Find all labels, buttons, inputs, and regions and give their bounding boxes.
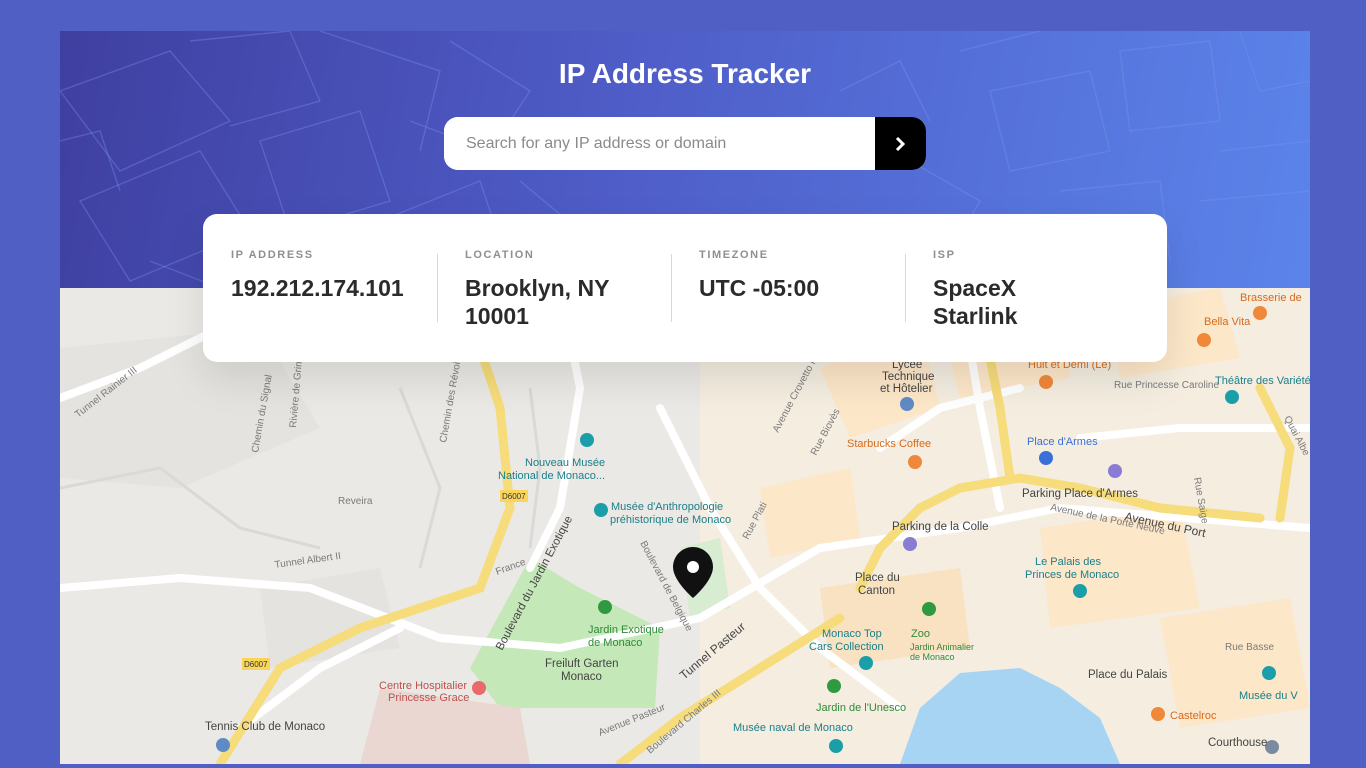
timezone-section: TIMEZONE UTC -05:00 <box>671 214 905 362</box>
map-label: Starbucks Coffee <box>847 438 931 450</box>
map-label: Théâtre des Variété <box>1215 375 1310 387</box>
map-label: Cars Collection <box>809 641 884 653</box>
map-label: National de Monaco... <box>498 470 605 482</box>
map-label: Musée d'Anthropologie <box>611 501 723 513</box>
map-label: Brasserie de <box>1240 292 1302 304</box>
ip-info-card: IP ADDRESS 192.212.174.101 LOCATION Broo… <box>203 214 1167 362</box>
map-label: D6007 <box>244 660 268 669</box>
map-label: Monaco Top <box>822 628 882 640</box>
map-label: Parking de la Colle <box>892 521 989 533</box>
map-label: Le Palais des <box>1035 556 1102 568</box>
map-label: Reveira <box>338 496 373 507</box>
map-label: Jardin Animalier <box>910 642 974 652</box>
timezone-label: TIMEZONE <box>699 249 769 261</box>
map-label: Princes de Monaco <box>1025 569 1119 581</box>
map-label: Tennis Club de Monaco <box>205 721 325 733</box>
app-frame: IP Address Tracker Search for any IP add… <box>60 31 1310 764</box>
search-bar <box>444 117 926 170</box>
location-value: Brooklyn, NY 10001 <box>465 275 609 329</box>
map-label: Nouveau Musée <box>525 457 605 469</box>
map-label: Castelroc <box>1170 710 1217 722</box>
map-label: Princesse Grace <box>388 692 469 704</box>
map-label: Zoo <box>911 628 930 640</box>
map-label: de Monaco <box>910 652 955 662</box>
map-label: de Monaco <box>588 637 642 649</box>
search-input[interactable] <box>444 117 875 170</box>
page-title: IP Address Tracker <box>558 58 812 89</box>
isp-label: ISP <box>933 249 956 261</box>
map-label: Jardin de l'Unesco <box>816 702 906 714</box>
map-label: Freiluft Garten <box>545 658 619 670</box>
location-label: LOCATION <box>465 249 535 261</box>
map-label: Musée du V <box>1239 690 1298 702</box>
location-section: LOCATION Brooklyn, NY 10001 <box>437 214 671 362</box>
isp-value: SpaceX Starlink <box>933 275 1018 329</box>
map-label: D6007 <box>502 492 526 501</box>
map-label: Monaco <box>561 671 602 683</box>
map-label: préhistorique de Monaco <box>610 514 731 526</box>
map-label: Place d'Armes <box>1027 436 1098 448</box>
map-label: Rue Basse <box>1225 642 1274 653</box>
map-label: Jardin Exotique <box>588 624 664 636</box>
map-label: Place du Palais <box>1088 669 1168 681</box>
map-label: Parking Place d'Armes <box>1022 488 1138 500</box>
map-label: et Hôtelier <box>880 383 933 395</box>
ip-address-section: IP ADDRESS 192.212.174.101 <box>231 214 437 362</box>
map-label: Centre Hospitalier <box>379 680 467 692</box>
isp-section: ISP SpaceX Starlink <box>905 214 1139 362</box>
map-label: Musée naval de Monaco <box>733 722 853 734</box>
map-label: Place du <box>855 572 900 584</box>
map-label: Canton <box>858 585 895 597</box>
map-label: Bella Vita <box>1204 316 1251 328</box>
ip-address-value: 192.212.174.101 <box>231 275 404 301</box>
map-label: Rue Princesse Caroline <box>1114 380 1219 391</box>
map-label: Technique <box>882 371 934 383</box>
timezone-value: UTC -05:00 <box>699 275 820 301</box>
ip-address-label: IP ADDRESS <box>231 249 314 261</box>
chevron-right-icon <box>895 136 906 151</box>
map-label: Courthouse <box>1208 737 1267 749</box>
search-submit-button[interactable] <box>875 117 926 170</box>
